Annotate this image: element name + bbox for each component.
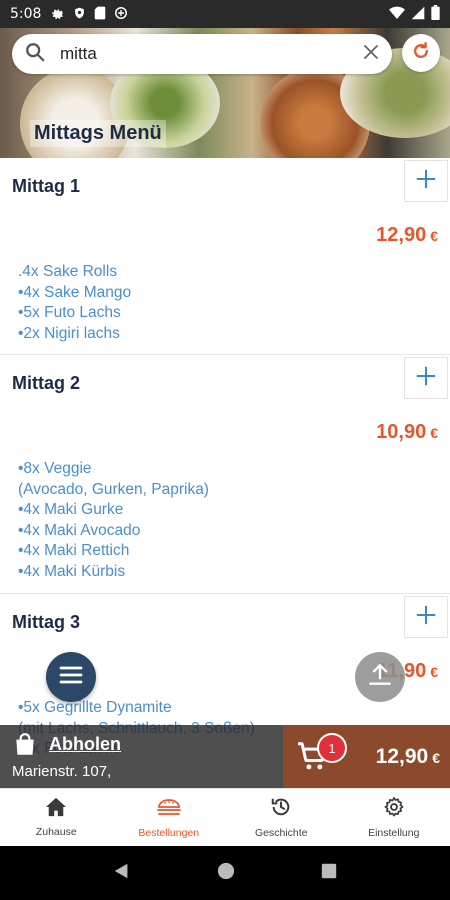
pickup-label[interactable]: Abholen <box>49 734 121 755</box>
clear-search-icon[interactable] <box>362 43 380 66</box>
home-icon <box>45 797 67 822</box>
upload-icon <box>367 662 393 693</box>
pickup-address: Marienstr. 107, <box>12 763 112 780</box>
menu-item-name: Mittag 2 <box>12 373 81 393</box>
history-icon <box>270 796 292 823</box>
nav-item-settings[interactable]: Einstellung <box>338 789 450 846</box>
price-currency: € <box>430 664 438 680</box>
price-currency: € <box>430 425 438 441</box>
nav-label: Zuhause <box>35 826 77 838</box>
menu-item-price: 12,90 € <box>376 224 438 247</box>
app-screen: 5:08 Mittags Menü mitta Mittag 1 12,90 €… <box>0 0 450 900</box>
nav-item-history[interactable]: Geschichte <box>225 789 338 846</box>
search-input[interactable] <box>60 44 362 64</box>
menu-item-name: Mittag 1 <box>12 176 81 196</box>
plus-icon <box>415 365 437 392</box>
order-bar: Abholen Marienstr. 107, 1 12,90 € <box>0 725 450 788</box>
plus-icon <box>415 168 437 195</box>
recents-icon[interactable] <box>321 863 337 884</box>
nav-label: Geschichte <box>254 827 308 839</box>
data-saver-status-icon <box>114 6 128 23</box>
hero-title: Mittags Menü <box>30 120 166 147</box>
cart-total-value: 12,90 <box>375 745 429 768</box>
menu-item-price: 10,90 € <box>376 421 438 444</box>
signal-status-icon <box>411 6 425 23</box>
system-nav-bar <box>0 846 450 900</box>
cart-currency: € <box>432 750 440 766</box>
pickup-panel[interactable]: Abholen Marienstr. 107, <box>0 725 283 788</box>
nav-item-orders[interactable]: Bestellungen <box>113 789 226 846</box>
scroll-top-button[interactable] <box>355 652 405 702</box>
settings-status-icon <box>51 6 65 23</box>
shopping-bag-icon <box>12 732 38 763</box>
menu-item-description: .4x Sake Rolls •4x Sake Mango •5x Futo L… <box>18 263 132 342</box>
nav-item-home[interactable]: Zuhause <box>0 789 113 846</box>
nav-label: Einstellung <box>368 827 420 839</box>
search-bar <box>12 34 392 74</box>
plus-icon <box>415 604 437 631</box>
battery-status-icon <box>431 5 440 23</box>
price-value: 12,90 <box>376 224 427 246</box>
price-currency: € <box>430 228 438 244</box>
menu-item-description: •8x Veggie (Avocado, Gurken, Paprika) •4… <box>18 460 209 580</box>
food-icon <box>156 796 182 823</box>
price-value: 10,90 <box>376 421 427 443</box>
add-to-cart-button[interactable] <box>404 357 448 399</box>
add-to-cart-button[interactable] <box>404 596 448 638</box>
search-icon <box>24 41 46 68</box>
nav-label: Bestellungen <box>138 827 200 839</box>
back-icon[interactable] <box>113 862 131 885</box>
menu-item[interactable]: Mittag 2 10,90 € •8x Veggie (Avocado, Gur… <box>0 355 450 594</box>
cart-total: 12,90 € <box>376 745 440 769</box>
refresh-icon <box>411 41 431 66</box>
cart-count-badge: 1 <box>317 733 347 763</box>
hamburger-icon <box>59 665 83 690</box>
status-bar: 5:08 <box>0 0 450 28</box>
wifi-status-icon <box>389 6 405 23</box>
refresh-button[interactable] <box>402 34 440 72</box>
bottom-nav: Zuhause Bestellungen Geschichte Einstell… <box>0 788 450 846</box>
category-menu-button[interactable] <box>46 652 96 702</box>
cart-panel[interactable]: 1 12,90 € <box>283 725 450 788</box>
menu-item-name: Mittag 3 <box>12 612 81 632</box>
add-to-cart-button[interactable] <box>404 160 448 202</box>
menu-item[interactable]: Mittag 1 12,90 € .4x Sake Rolls •4x Sake … <box>0 158 450 355</box>
sd-card-status-icon <box>94 6 106 23</box>
status-time: 5:08 <box>10 6 42 22</box>
gear-icon <box>383 796 405 823</box>
home-circle-icon[interactable] <box>217 862 235 885</box>
shield-status-icon <box>73 6 86 23</box>
